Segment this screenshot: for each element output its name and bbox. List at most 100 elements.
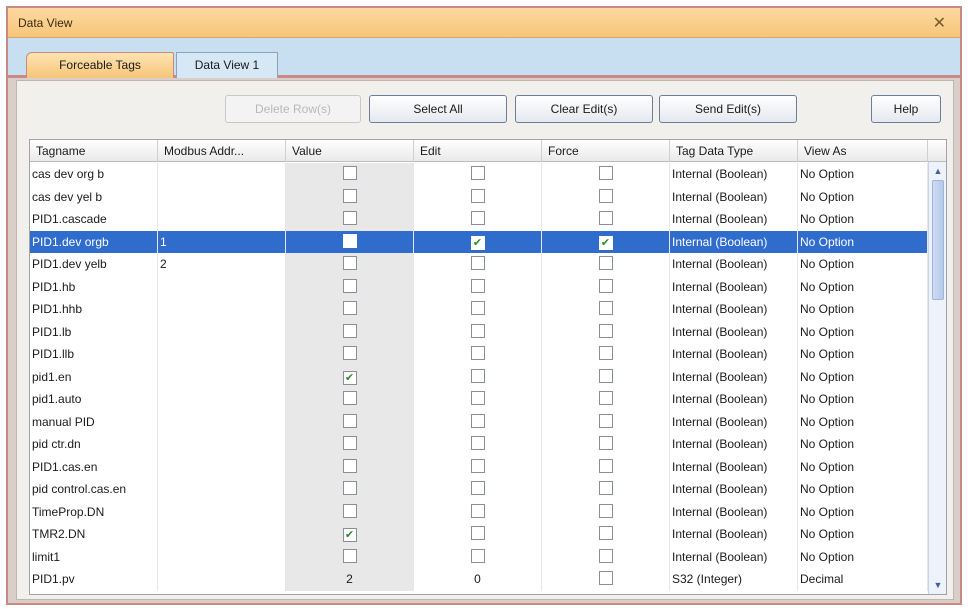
table-row[interactable]: pid control.cas.en Internal (Boolean) No O… bbox=[30, 478, 928, 501]
checkbox[interactable] bbox=[598, 391, 613, 405]
edit-cell[interactable] bbox=[414, 343, 542, 366]
view-as-cell[interactable]: No Option bbox=[798, 163, 928, 186]
view-as-cell[interactable]: No Option bbox=[798, 253, 928, 276]
value-cell[interactable] bbox=[286, 163, 414, 186]
column-header-value[interactable]: Value bbox=[286, 140, 414, 162]
delete-rows-button[interactable]: Delete Row(s) bbox=[225, 95, 361, 123]
checkbox[interactable] bbox=[598, 346, 613, 360]
table-row[interactable]: PID1.hhb Internal (Boolean) No Option bbox=[30, 298, 928, 321]
value-cell[interactable]: ✔ bbox=[286, 523, 414, 546]
checkbox[interactable] bbox=[342, 436, 357, 450]
checkbox[interactable] bbox=[598, 301, 613, 315]
scroll-down-icon[interactable]: ▼ bbox=[931, 578, 945, 592]
edit-cell[interactable] bbox=[414, 185, 542, 208]
edit-cell[interactable] bbox=[414, 478, 542, 501]
view-as-cell[interactable]: No Option bbox=[798, 388, 928, 411]
value-cell[interactable] bbox=[286, 410, 414, 433]
value-cell[interactable] bbox=[286, 500, 414, 523]
edit-cell[interactable]: 0 bbox=[414, 568, 542, 591]
view-as-cell[interactable]: No Option bbox=[798, 298, 928, 321]
checked-checkbox[interactable]: ✔ bbox=[598, 235, 613, 250]
view-as-cell[interactable]: No Option bbox=[798, 230, 928, 253]
checkbox[interactable] bbox=[598, 368, 613, 383]
edit-cell[interactable] bbox=[414, 523, 542, 546]
checked-checkbox[interactable]: ✔ bbox=[470, 235, 485, 250]
force-cell[interactable] bbox=[542, 208, 670, 231]
table-row[interactable]: PID1.dev orgb 1 ✔ ✔ Internal (Boolean) No Opt… bbox=[30, 230, 928, 253]
force-cell[interactable] bbox=[542, 545, 670, 568]
table-row[interactable]: PID1.lb Internal (Boolean) No Option bbox=[30, 320, 928, 343]
checkbox[interactable] bbox=[470, 503, 485, 518]
column-header-edit[interactable]: Edit bbox=[414, 140, 542, 162]
checkbox[interactable] bbox=[342, 278, 357, 293]
value-cell[interactable] bbox=[286, 343, 414, 366]
value-cell[interactable] bbox=[286, 298, 414, 321]
column-header-modbus-addr[interactable]: Modbus Addr... bbox=[158, 140, 286, 162]
table-row[interactable]: pid1.en ✔ Internal (Boolean) No Option bbox=[30, 365, 928, 388]
view-as-cell[interactable]: No Option bbox=[798, 208, 928, 231]
table-row[interactable]: TMR2.DN ✔ Internal (Boolean) No Option bbox=[30, 523, 928, 546]
table-row[interactable]: PID1.cas.en Internal (Boolean) No Option bbox=[30, 455, 928, 478]
table-row[interactable]: PID1.cascade Internal (Boolean) No Option bbox=[30, 208, 928, 231]
checkbox[interactable] bbox=[470, 548, 485, 563]
edit-cell[interactable] bbox=[414, 163, 542, 186]
value-cell[interactable] bbox=[286, 230, 414, 253]
checkbox[interactable] bbox=[342, 166, 357, 180]
vertical-scrollbar[interactable]: ▲ ▼ bbox=[928, 162, 946, 594]
checkbox[interactable] bbox=[598, 278, 613, 293]
view-as-cell[interactable]: No Option bbox=[798, 433, 928, 456]
column-header-view-as[interactable]: View As bbox=[798, 140, 928, 162]
force-cell[interactable] bbox=[542, 275, 670, 298]
checkbox[interactable] bbox=[598, 323, 613, 338]
force-cell[interactable] bbox=[542, 410, 670, 433]
checkbox[interactable] bbox=[470, 391, 485, 405]
view-as-cell[interactable]: No Option bbox=[798, 523, 928, 546]
send-edits-button[interactable]: Send Edit(s) bbox=[659, 95, 797, 123]
force-cell[interactable] bbox=[542, 365, 670, 388]
checked-checkbox[interactable]: ✔ bbox=[342, 370, 357, 385]
force-cell[interactable] bbox=[542, 500, 670, 523]
checkbox[interactable] bbox=[598, 458, 613, 473]
checked-checkbox[interactable]: ✔ bbox=[342, 528, 357, 542]
value-cell[interactable] bbox=[286, 433, 414, 456]
view-as-cell[interactable]: No Option bbox=[798, 343, 928, 366]
force-cell[interactable] bbox=[542, 433, 670, 456]
force-cell[interactable] bbox=[542, 523, 670, 546]
column-header-force[interactable]: Force bbox=[542, 140, 670, 162]
edit-cell[interactable] bbox=[414, 500, 542, 523]
tab-data-view-1[interactable]: Data View 1 bbox=[176, 52, 278, 78]
checkbox[interactable] bbox=[470, 278, 485, 293]
value-cell[interactable]: 2 bbox=[286, 568, 414, 591]
column-header-tagname[interactable]: Tagname bbox=[30, 140, 158, 162]
checkbox[interactable] bbox=[470, 301, 485, 315]
checkbox[interactable] bbox=[470, 188, 485, 203]
table-row[interactable]: TimeProp.DN Internal (Boolean) No Option bbox=[30, 500, 928, 523]
checkbox[interactable] bbox=[342, 391, 357, 405]
checkbox[interactable] bbox=[342, 256, 357, 270]
title-bar[interactable]: Data View ✕ bbox=[8, 8, 960, 38]
edit-cell[interactable] bbox=[414, 410, 542, 433]
checkbox[interactable] bbox=[342, 346, 357, 360]
view-as-cell[interactable]: No Option bbox=[798, 275, 928, 298]
edit-cell[interactable] bbox=[414, 365, 542, 388]
checkbox[interactable] bbox=[470, 436, 485, 450]
checkbox[interactable] bbox=[598, 481, 613, 495]
table-row[interactable]: PID1.llb Internal (Boolean) No Option bbox=[30, 343, 928, 366]
table-row[interactable]: pid1.auto Internal (Boolean) No Option bbox=[30, 388, 928, 411]
edit-cell[interactable] bbox=[414, 253, 542, 276]
checkbox[interactable] bbox=[342, 233, 357, 248]
checkbox[interactable] bbox=[342, 458, 357, 473]
scroll-up-icon[interactable]: ▲ bbox=[931, 164, 945, 178]
view-as-cell[interactable]: No Option bbox=[798, 410, 928, 433]
checkbox[interactable] bbox=[598, 166, 613, 180]
checkbox[interactable] bbox=[598, 436, 613, 450]
edit-cell[interactable] bbox=[414, 208, 542, 231]
edit-cell[interactable] bbox=[414, 275, 542, 298]
edit-cell[interactable] bbox=[414, 455, 542, 478]
force-cell[interactable] bbox=[542, 320, 670, 343]
force-cell[interactable] bbox=[542, 478, 670, 501]
edit-cell[interactable] bbox=[414, 298, 542, 321]
table-row[interactable]: cas dev org b Internal (Boolean) No Option bbox=[30, 163, 928, 186]
checkbox[interactable] bbox=[342, 323, 357, 338]
checkbox[interactable] bbox=[342, 188, 357, 203]
